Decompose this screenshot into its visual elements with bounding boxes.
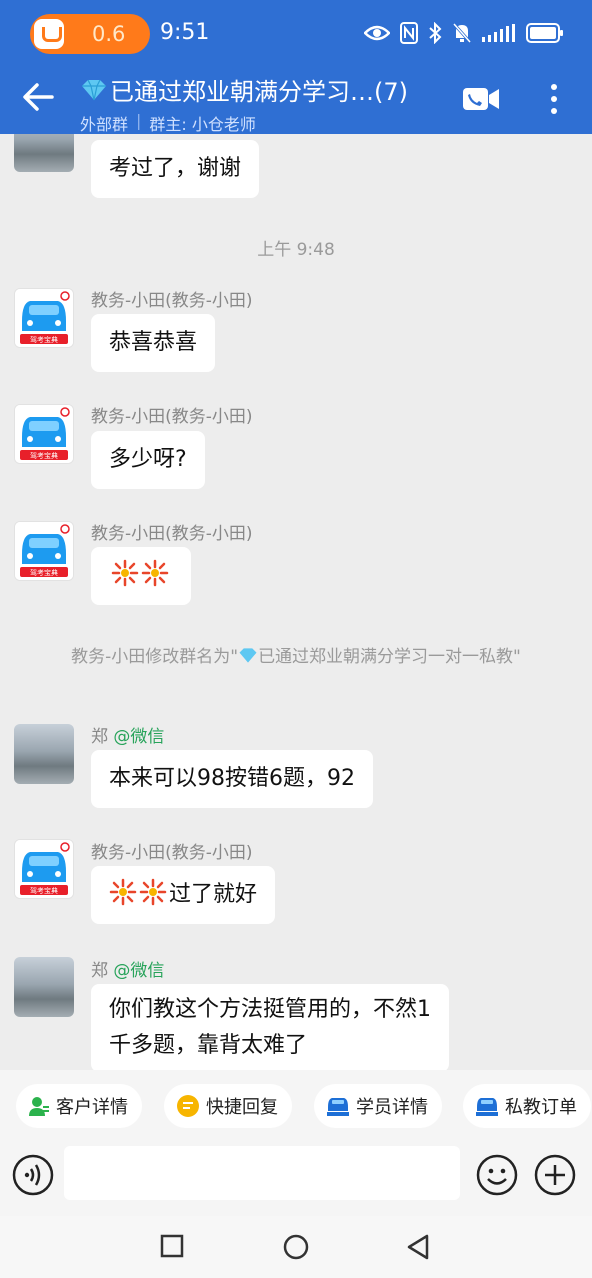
avatar[interactable]: 驾考宝典: [14, 404, 74, 464]
chip-label: 快捷回复: [206, 1097, 278, 1118]
status-bar: 0.6 9:51: [0, 0, 592, 68]
sender-name: 教务-小田(教务-小田): [91, 407, 253, 427]
recents-square-icon[interactable]: [160, 1234, 184, 1258]
wechat-source-tag: @微信: [113, 961, 165, 981]
avatar[interactable]: 驾考宝典: [14, 521, 74, 581]
avatar[interactable]: 驾考宝典: [14, 288, 74, 348]
avatar[interactable]: [14, 134, 74, 172]
system-nav-bar: [0, 1216, 592, 1278]
message-text-line: 千多题，靠背太难了: [109, 1033, 308, 1058]
video-call-icon[interactable]: [462, 86, 500, 112]
avatar[interactable]: [14, 957, 74, 1017]
avatar[interactable]: 驾考宝典: [14, 839, 74, 899]
student-details-button[interactable]: 学员详情: [314, 1084, 442, 1128]
chip-label: 客户详情: [56, 1097, 128, 1118]
firecracker-emoji-icon: [111, 559, 139, 587]
wechat-source-tag: @微信: [113, 727, 165, 747]
firecracker-emoji-icon: [141, 559, 169, 587]
avatar-badge-text: 驾考宝典: [30, 568, 58, 577]
message-input[interactable]: [64, 1146, 460, 1200]
message-text-line: 你们教这个方法挺管用的，不然1: [109, 997, 431, 1022]
user-icon: [29, 1097, 49, 1116]
avatar-badge-text: 驾考宝典: [30, 451, 58, 460]
message-text: 过了就好: [169, 882, 258, 907]
external-group-tag: 外部群: [80, 115, 129, 134]
input-bar: [0, 1142, 592, 1216]
message-bubble[interactable]: 多少呀?: [91, 431, 205, 489]
diamond-icon: [82, 79, 106, 100]
back-arrow-icon[interactable]: [18, 80, 58, 114]
sender-name: 教务-小田(教务-小田): [91, 524, 253, 544]
signal-icon: [482, 24, 515, 42]
message-bubble[interactable]: 本来可以98按错6题，92: [91, 750, 373, 808]
chat-area[interactable]: 考过了，谢谢 上午 9:48 驾考宝典 教务-小田(教务-小田) 恭喜恭喜 驾考…: [0, 134, 592, 1070]
driving-app-avatar-icon: 驾考宝典: [15, 405, 73, 463]
quick-actions-bar: 客户详情 快捷回复 学员详情 私教订单: [0, 1070, 592, 1142]
voice-input-icon[interactable]: [12, 1154, 54, 1196]
timestamp: 上午 9:48: [257, 240, 335, 260]
system-message: 教务-小田修改群名为" 已通过郑业朝满分学习一对一私教": [40, 644, 552, 671]
sender-name-text: 郑: [91, 727, 108, 747]
sender-name: 教务-小田(教务-小田): [91, 843, 253, 863]
sender-name: 郑 @微信: [91, 956, 164, 981]
quick-reply-icon: [177, 1095, 199, 1117]
emoji-icon[interactable]: [476, 1154, 518, 1196]
group-title: 已通过郑业朝满分学习…(7): [80, 72, 440, 107]
group-title-text: 已通过郑业朝满分学习…(7): [110, 78, 408, 106]
bluetooth-icon: [429, 22, 442, 44]
app-icon: [34, 19, 64, 49]
mute-bell-icon: [452, 23, 472, 43]
nfc-icon: [400, 22, 418, 44]
message-bubble[interactable]: 你们教这个方法挺管用的，不然1 千多题，靠背太难了: [91, 984, 449, 1070]
chat-header: 已通过郑业朝满分学习…(7) 外部群 | 群主: 小仓老师: [0, 68, 592, 134]
back-triangle-icon[interactable]: [406, 1234, 430, 1260]
network-speed: 0.6: [92, 22, 126, 46]
car-icon: [327, 1098, 349, 1116]
quick-reply-button[interactable]: 快捷回复: [164, 1084, 292, 1128]
system-message-part1: 教务-小田修改群名为": [71, 647, 239, 667]
message-bubble[interactable]: 考过了，谢谢: [91, 140, 260, 198]
divider: |: [136, 111, 142, 130]
system-message-part2: 已通过郑业朝满分学习一对一私教": [258, 647, 521, 667]
more-options-icon[interactable]: [546, 82, 562, 116]
status-time: 9:51: [160, 20, 210, 45]
sender-name: 郑 @微信: [91, 722, 164, 747]
firecracker-emoji-icon: [139, 878, 167, 906]
firecracker-emoji-icon: [109, 878, 137, 906]
customer-details-button[interactable]: 客户详情: [16, 1084, 142, 1128]
eye-icon: [364, 25, 390, 41]
group-owner: 群主: 小仓老师: [149, 115, 256, 134]
plus-icon[interactable]: [534, 1154, 576, 1196]
car-icon: [476, 1098, 498, 1116]
sender-name: 教务-小田(教务-小田): [91, 291, 253, 311]
system-icons: [364, 18, 564, 48]
group-subtitle: 外部群 | 群主: 小仓老师: [80, 111, 440, 135]
diamond-icon: [239, 648, 257, 663]
recording-pill[interactable]: 0.6: [30, 14, 150, 54]
avatar-badge-text: 驾考宝典: [30, 335, 58, 344]
driving-app-avatar-icon: 驾考宝典: [15, 289, 73, 347]
private-orders-button[interactable]: 私教订单: [463, 1084, 591, 1128]
message-bubble[interactable]: [91, 547, 191, 605]
chip-label: 学员详情: [356, 1097, 428, 1118]
sender-name-text: 郑: [91, 961, 108, 981]
avatar[interactable]: [14, 724, 74, 784]
home-circle-icon[interactable]: [283, 1234, 309, 1260]
driving-app-avatar-icon: 驾考宝典: [15, 522, 73, 580]
battery-icon: [526, 23, 563, 43]
message-bubble[interactable]: 过了就好: [91, 866, 276, 924]
chip-label: 私教订单: [505, 1097, 577, 1118]
avatar-badge-text: 驾考宝典: [30, 886, 58, 895]
driving-app-avatar-icon: 驾考宝典: [15, 840, 73, 898]
message-bubble[interactable]: 恭喜恭喜: [91, 314, 216, 372]
title-block[interactable]: 已通过郑业朝满分学习…(7) 外部群 | 群主: 小仓老师: [80, 72, 440, 135]
